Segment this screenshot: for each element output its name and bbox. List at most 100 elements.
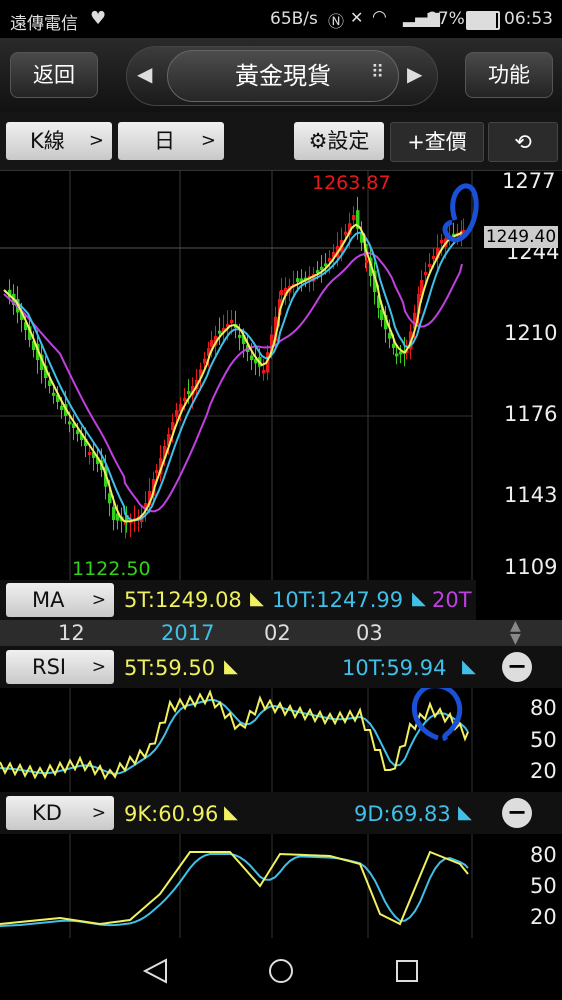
candle-body [52, 392, 56, 396]
system-nav-bar [0, 940, 562, 1000]
chevron-right-icon: > [200, 130, 216, 151]
ma-label: MA [32, 588, 65, 612]
candle-body [280, 290, 284, 296]
ma-indicator-button[interactable]: MA > [6, 583, 114, 617]
function-button[interactable]: 功能 [465, 52, 553, 98]
ma20-line [3, 251, 463, 513]
x-label: 2017 [161, 621, 215, 645]
instrument-title[interactable]: 黃金現貨 [167, 50, 399, 102]
period-dropdown[interactable]: 日 > [118, 122, 224, 160]
x-label: 02 [264, 621, 291, 645]
k-trend-icon: ◣ [224, 802, 238, 823]
candle-body [187, 391, 191, 395]
candle-body [320, 266, 324, 270]
kd-indicator-button[interactable]: KD > [6, 796, 114, 830]
rotate-icon: ⟲ [514, 130, 532, 154]
high-price-label: 1263.87 [312, 172, 391, 194]
ma10-line [3, 231, 463, 522]
chart-type-dropdown[interactable]: K線 > [6, 122, 112, 160]
kd-y-tick: 20 [530, 905, 557, 929]
chart-type-label: K線 [30, 129, 65, 153]
kd-y-tick: 80 [530, 843, 557, 867]
candle-body [183, 398, 187, 401]
heart-icon: ♥ [90, 8, 107, 29]
instrument-selector: ◀ 黃金現貨 ⠿ ▶ [126, 46, 438, 106]
mute-icon: ✕ [350, 8, 364, 27]
candle-body [175, 410, 179, 417]
y-tick: 1277 [502, 169, 556, 193]
rsi-legend-bar: RSI > 5T:59.50 ◣ 10T:59.94 ◣ − [0, 646, 562, 688]
candle-body [428, 264, 432, 267]
nfc-icon: Ⓝ [328, 12, 345, 31]
remove-kd-button[interactable]: − [502, 798, 532, 828]
kd-y-tick: 50 [530, 874, 557, 898]
settings-button[interactable]: ⚙設定 [294, 122, 384, 160]
ma5-value: 5T:1249.08 [124, 588, 242, 612]
candle-body [60, 405, 64, 410]
candle-body [155, 470, 159, 474]
chevron-right-icon: > [88, 130, 104, 151]
home-nav-icon[interactable] [268, 958, 294, 984]
rsi5-value: 5T:59.50 [124, 656, 216, 680]
candle-body [250, 355, 254, 360]
y-tick: 1176 [504, 402, 558, 426]
chevron-right-icon: > [91, 803, 106, 823]
candle-body [238, 334, 242, 338]
wifi-icon: ◠ [372, 7, 387, 27]
candle-body [112, 506, 116, 520]
candle-body [203, 358, 207, 364]
net-speed: 65B/s [270, 9, 318, 29]
candle-body [432, 256, 436, 259]
x-label: 03 [356, 621, 383, 645]
ma10-value: 10T:1247.99 [272, 588, 404, 612]
candle-body [262, 370, 266, 374]
recents-nav-icon[interactable] [394, 958, 420, 984]
clock: 06:53 [504, 9, 553, 29]
ma-legend-bar: MA > 5T:1249.08 ◣ 10T:1247.99 ◣ 20T [0, 580, 476, 620]
rsi5-trend-icon: ◣ [224, 656, 238, 677]
d-trend-icon: ◣ [458, 802, 472, 823]
candle-body [365, 260, 369, 264]
candle-body [296, 278, 300, 282]
y-tick: 1210 [504, 321, 558, 345]
chart-toolbar: K線 > 日 > ⚙設定 +查價 ⟲ [0, 112, 562, 171]
kd-chart [0, 834, 473, 938]
price-query-button[interactable]: +查價 [390, 122, 484, 162]
x-label: 12 [58, 621, 85, 645]
rsi-chart [0, 688, 473, 792]
rsi-label: RSI [32, 655, 67, 679]
battery-percent: 97% [427, 9, 465, 29]
rotate-screen-button[interactable]: ⟲ [488, 122, 558, 162]
chevron-right-icon: > [91, 590, 106, 610]
low-price-label: 1122.50 [72, 558, 151, 580]
prev-instrument-icon[interactable]: ◀ [137, 62, 152, 86]
kd-legend-bar: KD > 9K:60.96 ◣ 9D:69.83 ◣ − [0, 792, 562, 834]
ma5-line [3, 223, 463, 523]
k-value: 9K:60.96 [124, 802, 219, 826]
candle-body [230, 320, 234, 323]
candlestick-chart[interactable] [0, 170, 562, 580]
back-nav-icon[interactable] [142, 958, 168, 984]
ma5-trend-icon: ◣ [250, 588, 264, 609]
rsi10-value: 10T:59.94 [342, 656, 447, 680]
candle-body [218, 330, 222, 334]
rsi-y-tick: 80 [530, 696, 557, 720]
d-value: 9D:69.83 [354, 802, 451, 826]
rsi-y-tick: 50 [530, 728, 557, 752]
carrier-label: 遠傳電信 [10, 14, 78, 34]
next-instrument-icon[interactable]: ▶ [407, 62, 422, 86]
resize-handle-icon[interactable]: ▲ ▼ [510, 619, 521, 646]
remove-rsi-button[interactable]: − [502, 652, 532, 682]
candle-body [344, 231, 348, 235]
kd-label: KD [32, 801, 62, 825]
drag-handle-icon[interactable]: ⠿ [371, 62, 384, 83]
candle-body [424, 272, 428, 275]
y-tick: 1109 [504, 555, 558, 579]
battery-icon [466, 11, 500, 30]
rsi-y-tick: 20 [530, 759, 557, 783]
current-price-tag: 1249.40 [484, 226, 558, 248]
x-axis-bar: 12 2017 02 03 ▲ ▼ [0, 619, 562, 646]
candle-body [88, 452, 92, 455]
rsi-indicator-button[interactable]: RSI > [6, 650, 114, 684]
back-button[interactable]: 返回 [10, 52, 98, 98]
